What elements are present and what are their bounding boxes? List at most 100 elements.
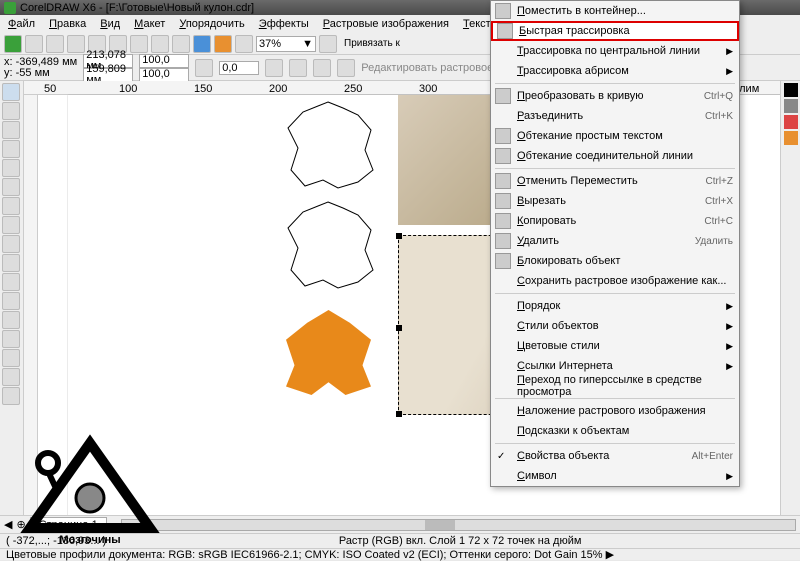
menu-Правка[interactable]: Правка [43, 16, 92, 32]
ctx-блокировать-объект[interactable]: Блокировать объект [491, 251, 739, 271]
menu-item-label: Свойства объекта [517, 450, 609, 462]
menu-Макет[interactable]: Макет [128, 16, 171, 32]
new-icon[interactable] [4, 35, 22, 53]
selection-handle[interactable] [396, 411, 402, 417]
publish-icon[interactable] [235, 35, 253, 53]
menu-item-icon [495, 193, 511, 209]
menu-item-icon [497, 23, 513, 39]
submenu-arrow-icon: ▶ [726, 321, 733, 332]
polygon-tool-icon[interactable] [2, 235, 20, 253]
menu-Упорядочить[interactable]: Упорядочить [173, 16, 250, 32]
ctx-разъединить: РазъединитьCtrl+K [491, 106, 739, 126]
ellipse-tool-icon[interactable] [2, 216, 20, 234]
menu-Растровые изображения[interactable]: Растровые изображения [317, 16, 455, 32]
menu-item-label: Вырезать [517, 195, 566, 207]
menu-item-label: Трассировка абрисом [517, 65, 629, 77]
submenu-arrow-icon: ▶ [726, 471, 733, 482]
edit-bitmap-button[interactable]: Редактировать растровое из [361, 62, 507, 74]
pick-tool-icon[interactable] [2, 83, 20, 101]
menu-item-icon [495, 253, 511, 269]
ctx-трассировка-абрисом[interactable]: Трассировка абрисом ▶ [491, 61, 739, 81]
menu-item-label: Ссылки Интернета [517, 360, 613, 372]
shape-tool-icon[interactable] [2, 102, 20, 120]
color-swatch[interactable] [784, 99, 798, 113]
ctx-наложение-растрового[interactable]: Наложение растрового изображения [491, 401, 739, 421]
full-screen-icon[interactable] [319, 35, 337, 53]
table-tool-icon[interactable] [2, 273, 20, 291]
crop-tool-icon[interactable] [2, 121, 20, 139]
ctx-отменить-переместить[interactable]: Отменить ПереместитьCtrl+Z [491, 171, 739, 191]
ctx-быстрая-трассировка[interactable]: Быстрая трассировка [491, 21, 739, 41]
menu-separator [495, 83, 735, 84]
zoom-select[interactable]: 37%▼ [256, 36, 316, 52]
ruler-tick: 250 [344, 83, 362, 95]
ctx-переход-по-гиперссыл: Переход по гиперссылке в средстве просмо… [491, 376, 739, 396]
paste-icon[interactable] [130, 35, 148, 53]
ruler-tick: 300 [419, 83, 437, 95]
trace-icon[interactable] [337, 59, 355, 77]
menu-item-icon [495, 88, 511, 104]
snap-to-label[interactable]: Привязать к [340, 38, 404, 49]
ctx-вырезать[interactable]: ВырезатьCtrl+X [491, 191, 739, 211]
rectangle-tool-icon[interactable] [2, 197, 20, 215]
scrollbar-thumb[interactable] [425, 520, 455, 530]
rotation-input[interactable]: 0,0 [219, 61, 259, 75]
submenu-arrow-icon: ▶ [726, 301, 733, 312]
ctx-поместить-в-контейне[interactable]: Поместить в контейнер... [491, 1, 739, 21]
ctx-подсказки-к-объектам[interactable]: Подсказки к объектам [491, 421, 739, 441]
ctx-обтекание-простым-те[interactable]: Обтекание простым текстом [491, 126, 739, 146]
outline-tool-icon[interactable] [2, 387, 20, 405]
menu-Эффекты[interactable]: Эффекты [253, 16, 315, 32]
mirror-v-icon[interactable] [289, 59, 307, 77]
ctx-сохранить-растровое-[interactable]: Сохранить растровое изображение как... [491, 271, 739, 291]
traced-outline-1[interactable] [283, 100, 378, 190]
ctx-ссылки-интернета[interactable]: Ссылки Интернета▶ [491, 356, 739, 376]
menu-item-icon [495, 148, 511, 164]
ctx-порядок[interactable]: Порядок▶ [491, 296, 739, 316]
menu-item-label: Стили объектов [517, 320, 599, 332]
menu-item-label: Трассировка по центральной линии [517, 45, 700, 57]
menu-item-label: Преобразовать в кривую [517, 90, 643, 102]
mirror-h-icon[interactable] [265, 59, 283, 77]
ctx-свойства-объекта[interactable]: ✓Свойства объектаAlt+Enter [491, 446, 739, 466]
menu-item-label: Поместить в контейнер... [517, 5, 646, 17]
ctx-удалить[interactable]: УдалитьУдалить [491, 231, 739, 251]
bitmap-icon[interactable] [313, 59, 331, 77]
color-swatch[interactable] [784, 83, 798, 97]
shortcut-label: Alt+Enter [692, 451, 733, 462]
import-icon[interactable] [193, 35, 211, 53]
menu-Файл[interactable]: Файл [2, 16, 41, 32]
smart-fill-icon[interactable] [2, 178, 20, 196]
ctx-трассировка-по-центр[interactable]: Трассировка по центральной линии▶ [491, 41, 739, 61]
effects-tool-icon[interactable] [2, 330, 20, 348]
eyedropper-tool-icon[interactable] [2, 349, 20, 367]
export-icon[interactable] [214, 35, 232, 53]
color-swatch[interactable] [784, 131, 798, 145]
undo-icon[interactable] [151, 35, 169, 53]
print-icon[interactable] [67, 35, 85, 53]
open-icon[interactable] [25, 35, 43, 53]
text-tool-icon[interactable] [2, 254, 20, 272]
dimension-tool-icon[interactable] [2, 292, 20, 310]
connector-tool-icon[interactable] [2, 311, 20, 329]
ctx-копировать[interactable]: КопироватьCtrl+C [491, 211, 739, 231]
fill-tool-icon[interactable] [2, 368, 20, 386]
ctx-символ[interactable]: Символ▶ [491, 466, 739, 486]
save-icon[interactable] [46, 35, 64, 53]
submenu-arrow-icon: ▶ [726, 66, 733, 77]
ctx-цветовые-стили[interactable]: Цветовые стили▶ [491, 336, 739, 356]
horizontal-scrollbar[interactable] [121, 519, 796, 531]
ctx-стили-объектов[interactable]: Стили объектов ▶ [491, 316, 739, 336]
freehand-tool-icon[interactable] [2, 159, 20, 177]
menu-Вид[interactable]: Вид [94, 16, 126, 32]
redo-icon[interactable] [172, 35, 190, 53]
lock-ratio-icon[interactable] [195, 59, 213, 77]
selection-handle[interactable] [396, 233, 402, 239]
color-palette[interactable] [780, 81, 800, 515]
color-swatch[interactable] [784, 115, 798, 129]
traced-outline-2[interactable] [283, 200, 378, 290]
shortcut-label: Удалить [695, 236, 733, 247]
zoom-tool-icon[interactable] [2, 140, 20, 158]
ctx-обтекание-соединител[interactable]: Обтекание соединительной линии [491, 146, 739, 166]
selection-handle[interactable] [396, 325, 402, 331]
